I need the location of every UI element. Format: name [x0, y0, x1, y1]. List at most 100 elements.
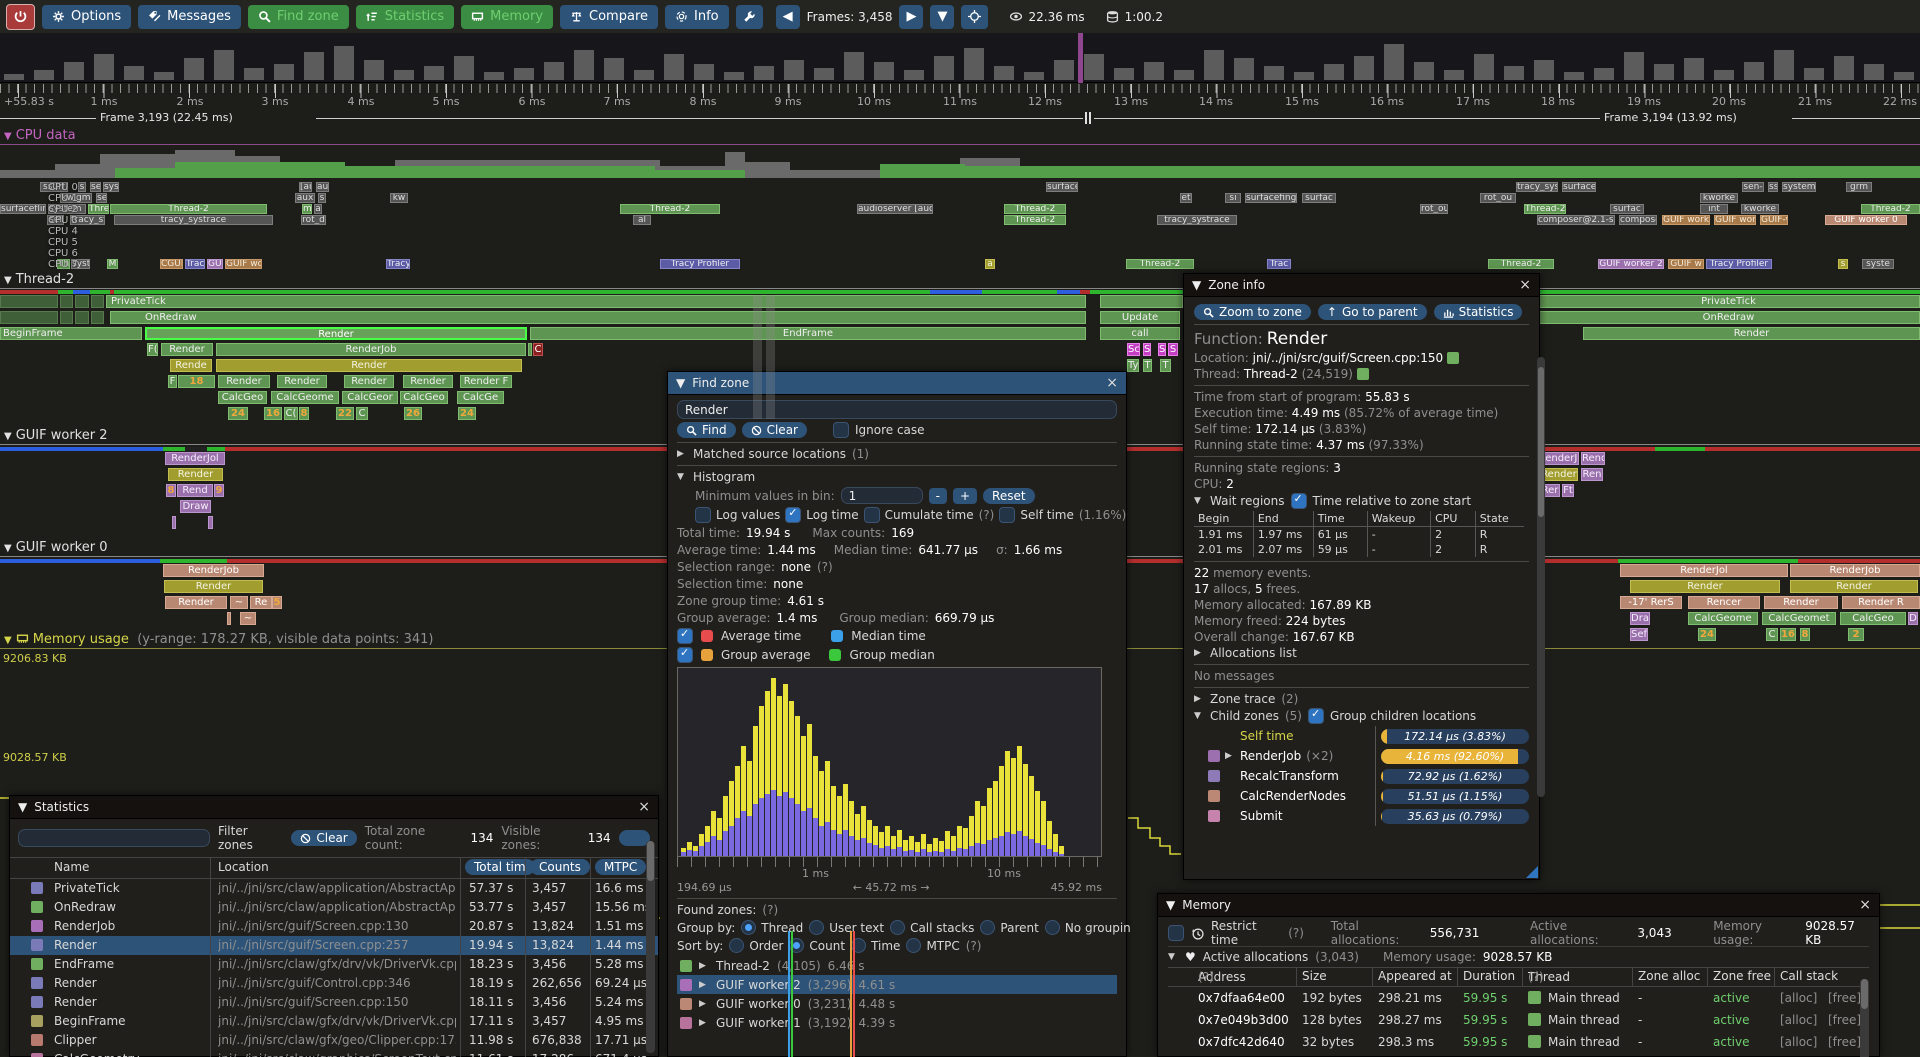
timeline-zone[interactable]: CalcGeomet — [1762, 612, 1836, 625]
increment-button[interactable]: + — [953, 488, 977, 504]
timeline-zone[interactable]: 24 — [228, 407, 248, 420]
guif-worker2-header[interactable]: ▼GUIF worker 2 — [4, 428, 107, 443]
timeline-zone[interactable]: M — [107, 259, 118, 269]
statistics-row[interactable]: OnRedraw jni/../jni/src/claw/application… — [10, 898, 658, 917]
timeline-zone[interactable] — [345, 166, 655, 178]
timeline-zone[interactable]: Render — [277, 375, 327, 388]
timeline-zone[interactable]: 24 — [1698, 628, 1716, 641]
timeline-zone[interactable]: et — [1180, 193, 1192, 203]
filter-input[interactable] — [18, 829, 210, 847]
timeline-zone[interactable]: PrivateTick — [1537, 295, 1920, 308]
statistics-row[interactable]: BeginFrame jni/../jni/src/claw/gfx/drv/v… — [10, 1012, 658, 1031]
timeline-zone[interactable]: C — [533, 343, 543, 356]
timeline-zone[interactable] — [91, 295, 104, 308]
timeline-zone[interactable]: RenderJol — [1620, 564, 1788, 577]
timeline-zone[interactable] — [1080, 290, 1090, 294]
timeline-zone[interactable] — [1705, 447, 1920, 451]
ignore-case-checkbox[interactable] — [833, 422, 849, 438]
timeline-zone[interactable] — [227, 612, 231, 625]
timeline-zone[interactable]: au — [316, 182, 329, 192]
resize-grip[interactable] — [1526, 866, 1538, 878]
timeline-zone[interactable] — [90, 290, 110, 294]
timeline-zone[interactable]: CalcGeo — [218, 391, 267, 404]
timeline-zone[interactable]: surfacef — [1046, 182, 1078, 192]
sort-by-radio[interactable] — [729, 938, 744, 953]
timeline-zone[interactable] — [60, 295, 73, 308]
timeline-zone[interactable]: a — [985, 259, 995, 269]
child-zone-row[interactable]: ▶ RenderJob (×2) 4.16 ms (92.60%) — [1194, 746, 1529, 766]
timeline-zone[interactable]: int — [1700, 204, 1728, 214]
timeline-zone[interactable]: sen- — [1742, 182, 1764, 192]
timeline-zone[interactable]: 26 — [404, 407, 422, 420]
timeline-zone[interactable]: C — [1766, 628, 1778, 641]
timeline-zone[interactable] — [1798, 559, 1920, 563]
timeline-zone[interactable]: Ty — [1127, 359, 1139, 372]
messages-button[interactable]: Messages — [138, 5, 241, 29]
timeline-zone[interactable]: Thread-2 — [1488, 259, 1554, 269]
timeline-zone[interactable] — [115, 168, 175, 178]
timeline-zone[interactable]: OnRedraw — [110, 311, 1086, 324]
thread2-header[interactable]: ▼Thread-2 — [4, 272, 74, 287]
timeline-zone[interactable]: GUIF w — [1668, 259, 1704, 269]
timeline-zone[interactable]: PrivateTick — [106, 295, 1086, 308]
timeline-zone[interactable]: composer@2.1-se [Hw — [1537, 215, 1615, 225]
find-zone-histogram[interactable] — [677, 667, 1102, 857]
free-callstack[interactable]: [free] — [1828, 1035, 1861, 1049]
timeline-zone[interactable]: ~ — [240, 612, 256, 625]
timeline-zone[interactable]: RenderJob — [1790, 564, 1920, 577]
show-avg-med-checkbox[interactable] — [677, 628, 693, 644]
go-to-parent-button[interactable]: ↑Go to parent — [1318, 304, 1427, 320]
timeline-zone[interactable]: surfac — [1302, 193, 1336, 203]
frame-overview-strip[interactable] — [0, 33, 1920, 83]
col-call-stack[interactable]: Call stack — [1780, 969, 1838, 983]
statistics-titlebar[interactable]: ▼Statistics× — [10, 796, 658, 819]
timeline-zone[interactable]: syste — [1862, 259, 1894, 269]
collapse-arrow-icon[interactable]: ▼ — [1194, 711, 1204, 721]
timeline-zone[interactable]: Rend — [1581, 452, 1605, 465]
timeline-zone[interactable]: CalcGe — [457, 391, 504, 404]
cpu-data-header[interactable]: ▼CPU data — [4, 128, 76, 143]
timeline-zone[interactable]: Ren — [1581, 468, 1603, 481]
timeline-zone[interactable]: S — [1168, 343, 1178, 356]
timeline-zone[interactable]: audioserver [audio — [857, 204, 933, 214]
memory-button[interactable]: Memory — [461, 5, 553, 29]
zoom-to-zone-button[interactable]: Zoom to zone — [1194, 304, 1311, 320]
statistics-row[interactable]: Render jni/../jni/src/guif/Screen.cpp:15… — [10, 993, 658, 1012]
group-children-checkbox[interactable] — [1308, 708, 1324, 724]
timeline-zone[interactable]: rot_d — [301, 215, 326, 225]
zone-trace-label[interactable]: Zone trace — [1210, 692, 1275, 706]
col-appeared[interactable]: Appeared at — [1378, 969, 1452, 983]
timeline-zone[interactable] — [91, 311, 104, 324]
timeline-zone[interactable]: D — [1908, 612, 1918, 625]
timeline-zone[interactable]: al — [633, 215, 651, 225]
timeline-zone[interactable]: 5 — [272, 596, 282, 609]
timeline-zone[interactable]: Thread-2 — [1004, 204, 1066, 214]
timeline-zone[interactable]: OnRedraw — [1537, 311, 1920, 324]
timeline-zone[interactable]: s — [1838, 259, 1848, 269]
timeline-zone[interactable]: F( — [147, 343, 158, 356]
close-icon[interactable]: × — [1859, 897, 1871, 913]
timeline-zone[interactable] — [172, 516, 176, 529]
timeline-zone[interactable]: aux — [295, 193, 315, 203]
reset-button[interactable]: Reset — [983, 488, 1035, 504]
timeline-zone[interactable]: Thread-2 — [1861, 204, 1920, 214]
log-values-checkbox[interactable] — [695, 507, 711, 523]
timeline-zone[interactable]: m — [302, 204, 312, 214]
timeline-zone[interactable] — [930, 290, 982, 294]
memory-titlebar[interactable]: ▼Memory× — [1158, 894, 1879, 917]
timeline-zone[interactable]: CalcGeo — [400, 391, 448, 404]
timeline-zone[interactable]: Render — [216, 359, 522, 372]
scrollbar[interactable] — [1537, 357, 1545, 797]
col-cpu[interactable]: CPU — [1431, 511, 1476, 527]
timeline-zone[interactable] — [0, 447, 163, 451]
col-state[interactable]: State — [1475, 511, 1524, 527]
self-time-checkbox[interactable] — [999, 507, 1015, 523]
timeline-zone[interactable]: C( — [284, 407, 298, 420]
expand-arrow-icon[interactable]: ▶ — [1194, 694, 1204, 704]
col-time[interactable]: Time — [1313, 511, 1367, 527]
timeline-zone[interactable]: CalcGeo — [1840, 612, 1906, 625]
timeline-zone[interactable]: Render — [161, 343, 213, 356]
timeline-zone[interactable]: RenderJob — [163, 564, 264, 577]
timeline-zone[interactable]: 8 — [1800, 628, 1810, 641]
allocation-row[interactable]: 0x7dfc53d898 8 bytes 298.34 ms 59.95 s M… — [1168, 1053, 1869, 1057]
